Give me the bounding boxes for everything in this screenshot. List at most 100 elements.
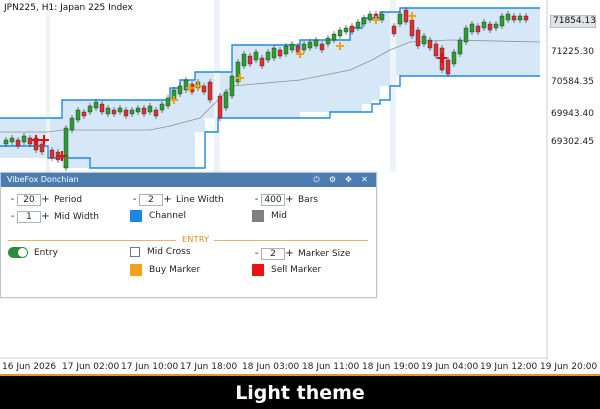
candle-body xyxy=(511,15,517,21)
decrement-button[interactable]: - xyxy=(8,211,17,223)
time-axis-label: 18 Jun 03:00 xyxy=(242,362,300,372)
close-icon[interactable]: ✕ xyxy=(359,173,370,187)
candle-body xyxy=(241,53,247,67)
candle-body xyxy=(409,19,415,37)
increment-button[interactable]: + xyxy=(285,248,294,260)
candle-body xyxy=(165,97,171,107)
candle-body xyxy=(265,51,271,61)
mid-color-swatch[interactable] xyxy=(252,210,264,222)
candle-body xyxy=(493,23,499,29)
candle-body xyxy=(87,105,93,113)
candle-body xyxy=(331,33,337,41)
marker-size-input[interactable]: 2 xyxy=(261,247,285,260)
increment-button[interactable]: + xyxy=(285,194,294,206)
entry-control: Entry xyxy=(8,247,58,258)
chart-title: JPN225, H1: Japan 225 Index xyxy=(4,3,133,13)
candle-body xyxy=(367,13,373,21)
period-label: Period xyxy=(54,194,83,205)
candle-body xyxy=(379,13,385,21)
candle-body xyxy=(93,101,99,109)
time-axis-label: 18 Jun 19:00 xyxy=(362,362,420,372)
candle-body xyxy=(313,39,319,47)
mid-cross-checkbox[interactable] xyxy=(130,247,140,257)
decrement-button[interactable]: - xyxy=(8,194,17,206)
time-axis-label: 17 Jun 02:00 xyxy=(62,362,120,372)
candle-body xyxy=(141,107,147,115)
line-width-control: - 2 + Line Width xyxy=(130,193,224,206)
candle-body xyxy=(49,149,55,159)
candle-body xyxy=(247,55,253,65)
candle-body xyxy=(301,43,307,51)
candle-body xyxy=(201,85,207,93)
buy-marker-control: Buy Marker xyxy=(130,264,200,276)
theme-banner: Light theme xyxy=(0,374,600,409)
candle-body xyxy=(223,91,229,109)
sell-marker-swatch[interactable] xyxy=(252,264,264,276)
increment-button[interactable]: + xyxy=(163,194,172,206)
decrement-button[interactable]: - xyxy=(252,194,261,206)
candle-body xyxy=(3,139,9,145)
candle-body xyxy=(153,109,159,117)
theme-banner-text: Light theme xyxy=(235,382,365,404)
mid-width-label: Mid Width xyxy=(54,211,99,222)
mid-cross-label: Mid Cross xyxy=(147,247,191,257)
time-axis-label: 17 Jun 18:00 xyxy=(180,362,238,372)
line-width-stepper[interactable]: - 2 + xyxy=(130,193,172,206)
move-icon[interactable]: ✥ xyxy=(343,173,354,187)
time-axis-label: 19 Jun 12:00 xyxy=(480,362,538,372)
line-width-label: Line Width xyxy=(176,194,224,205)
entry-toggle[interactable] xyxy=(8,247,28,258)
decrement-button[interactable]: - xyxy=(130,194,139,206)
candle-body xyxy=(469,23,475,33)
candle-body xyxy=(517,15,523,21)
channel-color-swatch[interactable] xyxy=(130,210,142,222)
candle-body xyxy=(105,107,111,115)
mid-width-stepper[interactable]: - 1 + xyxy=(8,210,50,223)
candle-body xyxy=(427,39,433,49)
candle-body xyxy=(207,81,213,101)
entry-label: Entry xyxy=(34,247,58,258)
bars-stepper[interactable]: - 400 + xyxy=(252,193,294,206)
line-width-input[interactable]: 2 xyxy=(139,193,163,206)
candle-body xyxy=(397,13,403,25)
period-stepper[interactable]: - 20 + xyxy=(8,193,50,206)
price-axis-label: 69302.45 xyxy=(551,137,594,147)
candle-body xyxy=(487,23,493,31)
candle-body xyxy=(229,75,235,97)
period-input[interactable]: 20 xyxy=(17,193,41,206)
bars-label: Bars xyxy=(298,194,319,205)
candle-body xyxy=(433,43,439,57)
candle-body xyxy=(499,15,505,27)
sell-marker-label: Sell Marker xyxy=(271,265,322,275)
buy-marker-swatch[interactable] xyxy=(130,264,142,276)
candle-body xyxy=(445,59,451,75)
candle-body xyxy=(463,27,469,43)
candle-body xyxy=(337,29,343,37)
candle-body xyxy=(307,41,313,49)
session-gap xyxy=(214,0,220,172)
period-control: - 20 + Period xyxy=(8,193,82,206)
candle-body xyxy=(117,107,123,113)
power-icon[interactable]: ⏻ xyxy=(311,173,322,187)
decrement-button[interactable]: - xyxy=(252,248,261,260)
panel-header[interactable]: VibeFox Donchian ⏻ ⚙ ✥ ✕ xyxy=(1,173,376,187)
candle-body xyxy=(111,109,117,115)
mid-label: Mid xyxy=(271,211,287,221)
candle-body xyxy=(475,25,481,33)
current-price-label: 71854.13 xyxy=(550,15,596,28)
candle-body xyxy=(349,25,355,33)
increment-button[interactable]: + xyxy=(41,211,50,223)
candle-body xyxy=(39,143,45,153)
price-axis-label: 69943.40 xyxy=(551,109,594,119)
marker-size-control: - 2 + Marker Size xyxy=(252,247,350,260)
bars-input[interactable]: 400 xyxy=(261,193,285,206)
time-axis-label: 19 Jun 04:00 xyxy=(421,362,479,372)
marker-size-stepper[interactable]: - 2 + xyxy=(252,247,294,260)
candle-body xyxy=(283,45,289,55)
candle-body xyxy=(147,105,153,113)
mid-width-input[interactable]: 1 xyxy=(17,210,41,223)
candle-body xyxy=(259,57,265,67)
gear-icon[interactable]: ⚙ xyxy=(327,173,338,187)
increment-button[interactable]: + xyxy=(41,194,50,206)
candle-body xyxy=(159,103,165,111)
